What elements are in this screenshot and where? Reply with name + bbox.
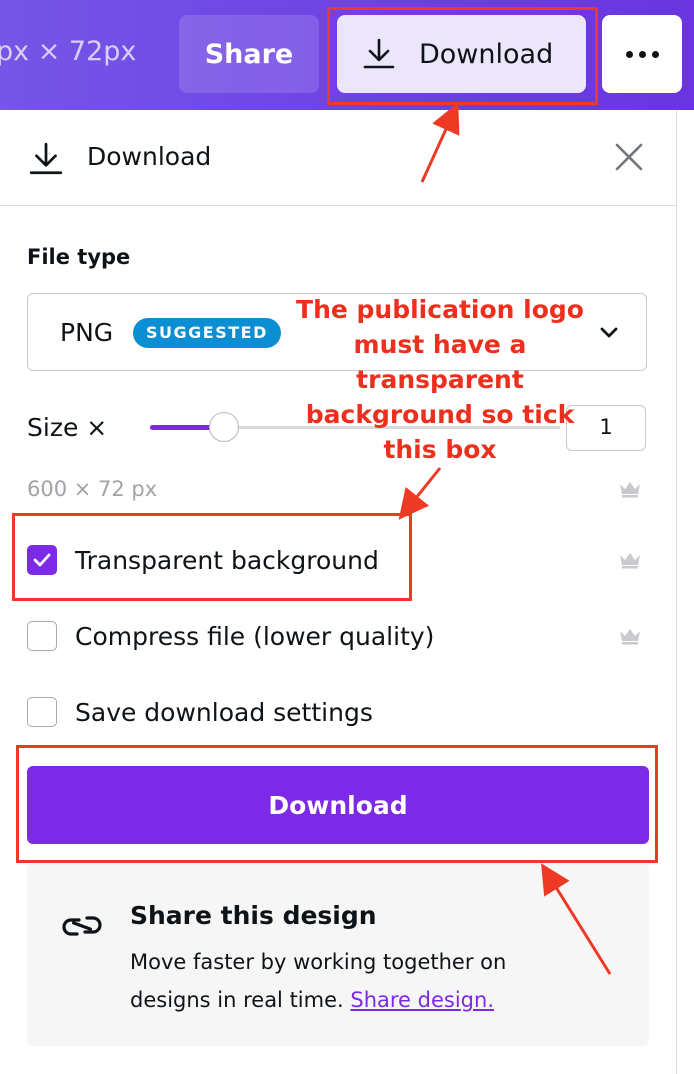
download-panel: Download File type PNG SUGGESTED Size × … (0, 110, 677, 1074)
option-compress-file[interactable]: Compress file (lower quality) (27, 616, 434, 656)
dimensions-readout: 600 × 72 px (27, 477, 158, 501)
share-button[interactable]: Share (179, 15, 319, 93)
share-design-link[interactable]: Share design. (350, 988, 494, 1012)
crown-icon (620, 629, 640, 645)
panel-header: Download (0, 110, 676, 206)
download-icon (363, 38, 395, 69)
annotation-note: The publication logo must have a transpa… (296, 295, 584, 464)
crown-icon (620, 553, 640, 569)
panel-title: Download (87, 142, 212, 171)
size-label: Size × (27, 413, 108, 442)
share-design-card: Share this design Move faster by working… (27, 863, 649, 1046)
close-icon[interactable] (612, 140, 646, 174)
chevron-down-icon (600, 327, 618, 338)
checkmark-icon (33, 553, 51, 567)
share-card-title: Share this design (130, 901, 377, 930)
download-button[interactable]: Download (27, 766, 649, 844)
save-settings-label: Save download settings (75, 697, 373, 727)
compress-file-checkbox[interactable] (27, 621, 57, 651)
crown-icon (620, 482, 640, 498)
option-transparent-background[interactable]: Transparent background (27, 540, 379, 580)
option-save-download-settings[interactable]: Save download settings (27, 692, 373, 732)
download-icon (29, 142, 63, 175)
compress-file-label: Compress file (lower quality) (75, 621, 435, 651)
editor-topbar: px × 72px Share Download (0, 0, 694, 110)
save-settings-checkbox[interactable] (27, 697, 57, 727)
transparent-background-checkbox[interactable] (27, 545, 57, 575)
share-card-body: Move faster by working together on desig… (130, 943, 570, 1019)
top-download-label: Download (419, 38, 554, 70)
transparent-background-label: Transparent background (75, 545, 379, 575)
link-icon (62, 916, 102, 936)
file-type-value: PNG (60, 318, 114, 347)
more-horizontal-icon (625, 50, 633, 58)
more-options-button[interactable] (602, 15, 682, 93)
top-download-button[interactable]: Download (337, 15, 586, 93)
size-slider-thumb[interactable] (208, 412, 239, 442)
design-dimensions: px × 72px (0, 36, 137, 67)
suggested-badge: SUGGESTED (133, 318, 281, 348)
file-type-label: File type (27, 245, 131, 269)
